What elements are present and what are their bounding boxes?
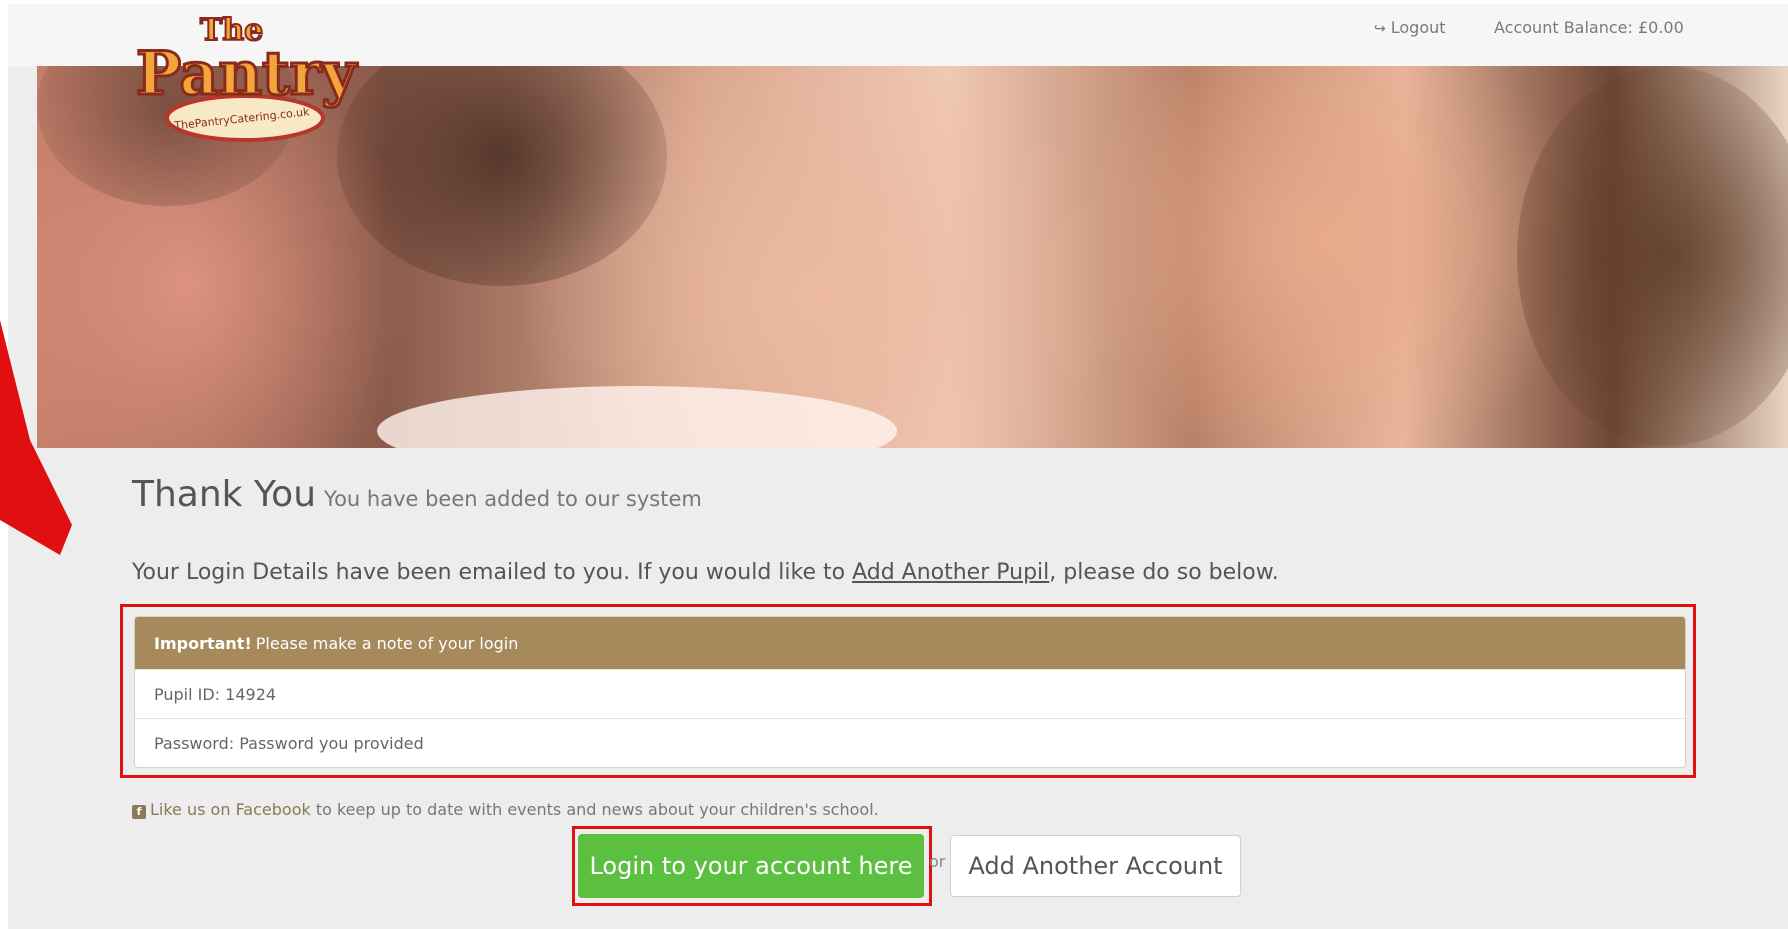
pupil-id-row: Pupil ID: 14924: [135, 669, 1685, 718]
subtitle-text: You have been added to our system: [324, 487, 702, 511]
red-arrow-annotation: [0, 320, 72, 555]
the-pantry-logo[interactable]: The Pantry ThePantryCatering.co.uk: [130, 6, 370, 146]
facebook-link[interactable]: Like us on Facebook: [150, 800, 311, 819]
logo-pantry-text: Pantry: [136, 39, 358, 109]
facebook-line: f Like us on Facebook to keep up to date …: [132, 800, 879, 819]
hero-hair-shape: [337, 66, 667, 286]
page-title: Thank You You have been added to our syst…: [132, 474, 702, 515]
facebook-icon: f: [132, 805, 146, 819]
panel-heading-text: Please make a note of your login: [255, 633, 519, 653]
hero-hair-shape: [1517, 66, 1788, 446]
add-another-account-button[interactable]: Add Another Account: [950, 835, 1241, 897]
add-another-pupil-link[interactable]: Add Another Pupil: [852, 560, 1049, 585]
logout-icon: ↪: [1374, 21, 1386, 37]
intro-text: Your Login Details have been emailed to …: [132, 560, 1279, 585]
login-button[interactable]: Login to your account here: [578, 834, 924, 898]
important-label: Important!: [154, 633, 252, 653]
intro-before: Your Login Details have been emailed to …: [132, 560, 853, 585]
hero-shirt-shape: [377, 386, 897, 448]
facebook-text: to keep up to date with events and news …: [310, 800, 879, 819]
title-text: Thank You: [132, 474, 317, 515]
panel-header: Important! Please make a note of your lo…: [135, 617, 1685, 669]
account-balance: Account Balance: £0.00: [1494, 18, 1684, 37]
logout-label: Logout: [1390, 18, 1446, 37]
password-row: Password: Password you provided: [135, 718, 1685, 767]
or-separator: or: [929, 852, 946, 871]
login-details-panel: Important! Please make a note of your lo…: [134, 616, 1686, 768]
logout-link[interactable]: ↪ Logout: [1374, 18, 1446, 37]
intro-after: , please do so below.: [1049, 560, 1279, 585]
